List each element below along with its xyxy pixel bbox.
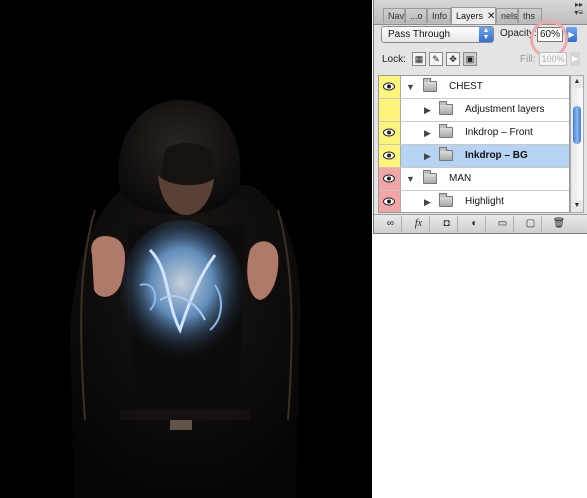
opacity-label: Opacity: (500, 28, 537, 39)
fill-input[interactable]: 100% (539, 52, 567, 66)
adjustment-icon[interactable]: ◐ (464, 216, 486, 232)
layers-bottom-toolbar: ∞ fx ◘ ◐ ▭ ▢ 🗑 (374, 214, 587, 233)
layer-row-inkdrop-bg[interactable]: ▶ Inkdrop – BG (379, 145, 569, 168)
tab-layers[interactable]: Layers ✕ (451, 7, 496, 24)
collapsed-triangle-icon[interactable]: ▶ (424, 128, 431, 139)
lock-label: Lock: (382, 54, 406, 65)
layer-row-chest[interactable]: ▼ CHEST (379, 76, 569, 99)
panel-tab-bar: Nav ...o Info Layers ✕ nels ths ▸▸ ▾≡ (374, 0, 587, 25)
updown-arrows-icon: ▲ ▼ (479, 27, 493, 42)
scroll-thumb[interactable] (573, 106, 581, 144)
link-icon[interactable]: ∞ (380, 216, 402, 232)
scroll-up-icon[interactable]: ▲ (571, 76, 583, 88)
opacity-input[interactable]: 60% (537, 27, 563, 42)
folder-icon (439, 101, 453, 115)
folder-icon (439, 193, 453, 207)
visibility-toggle[interactable] (379, 145, 401, 167)
tab-info[interactable]: Info (427, 8, 451, 23)
eye-icon (383, 82, 395, 91)
mask-icon[interactable]: ◘ (436, 216, 458, 232)
collapsed-triangle-icon[interactable]: ▶ (424, 197, 431, 208)
visibility-toggle[interactable] (379, 76, 401, 98)
tab-label: nels (501, 11, 518, 21)
folder-icon (423, 78, 437, 92)
document-canvas[interactable] (0, 0, 372, 498)
lock-all-icon[interactable]: ▣ (463, 52, 477, 66)
trash-icon[interactable]: 🗑 (548, 216, 570, 232)
visibility-toggle[interactable] (379, 191, 401, 212)
eye-icon (383, 128, 395, 137)
layer-name: Highlight (465, 196, 504, 207)
tab-navigator[interactable]: Nav (383, 8, 405, 23)
tab-label: ...o (410, 11, 423, 21)
visibility-toggle[interactable] (379, 168, 401, 190)
eye-icon (383, 197, 395, 206)
layer-name: CHEST (449, 81, 483, 92)
close-icon[interactable]: ✕ (487, 11, 495, 22)
tab-label: Layers (456, 11, 484, 21)
tab-label: ths (523, 11, 536, 21)
layer-row-man[interactable]: ▼ MAN (379, 168, 569, 191)
eye-icon (383, 151, 395, 160)
visibility-toggle[interactable] (379, 122, 401, 144)
layer-name: Inkdrop – Front (465, 127, 533, 138)
scroll-down-icon[interactable]: ▼ (571, 200, 583, 212)
canvas-artwork (70, 99, 301, 498)
tab-label: Nav (388, 11, 405, 21)
layer-name: MAN (449, 173, 472, 184)
blend-mode-value: Pass Through (388, 29, 451, 40)
tab-label: Info (432, 11, 448, 21)
layers-list: ▼ CHEST ▶ Adjustment layers ▶ Inkdrop – … (378, 75, 570, 213)
tab-paths[interactable]: ths (518, 8, 542, 23)
lock-brush-icon[interactable]: ✎ (429, 52, 443, 66)
folder-icon (439, 147, 453, 161)
collapsed-triangle-icon[interactable]: ▶ (424, 105, 431, 116)
new-group-icon[interactable]: ▭ (492, 216, 514, 232)
new-layer-icon[interactable]: ▢ (520, 216, 542, 232)
lock-move-icon[interactable]: ✥ (446, 52, 460, 66)
blend-mode-select[interactable]: Pass Through ▲ ▼ (381, 26, 494, 43)
tab-channels[interactable]: nels (496, 8, 518, 23)
panel-menu-icon[interactable]: ▸▸ ▾≡ (574, 1, 583, 17)
layer-row-adjustment-layers[interactable]: ▶ Adjustment layers (379, 99, 569, 122)
folder-icon (439, 124, 453, 138)
layers-panel: Nav ...o Info Layers ✕ nels ths ▸▸ ▾≡ Pass… (373, 0, 587, 234)
visibility-toggle[interactable] (379, 99, 401, 121)
fx-icon[interactable]: fx (408, 216, 430, 232)
expand-triangle-icon[interactable]: ▼ (406, 174, 415, 184)
layer-row-inkdrop-front[interactable]: ▶ Inkdrop – Front (379, 122, 569, 145)
eye-icon (383, 174, 395, 183)
layer-name: Adjustment layers (465, 104, 545, 115)
fill-slider-arrow-icon[interactable]: ▶ (570, 52, 580, 66)
layers-scrollbar[interactable]: ▲ ▼ (570, 75, 584, 213)
collapsed-triangle-icon[interactable]: ▶ (424, 151, 431, 162)
tab-hidden[interactable]: ...o (405, 8, 427, 23)
folder-icon (423, 170, 437, 184)
expand-triangle-icon[interactable]: ▼ (406, 82, 415, 92)
opacity-slider-arrow-icon[interactable]: ▶ (566, 27, 577, 42)
fill-label: Fill: (520, 54, 536, 65)
layer-name: Inkdrop – BG (465, 150, 528, 161)
layer-row-highlight[interactable]: ▶ Highlight (379, 191, 569, 212)
lock-transparency-icon[interactable]: ▦ (412, 52, 426, 66)
